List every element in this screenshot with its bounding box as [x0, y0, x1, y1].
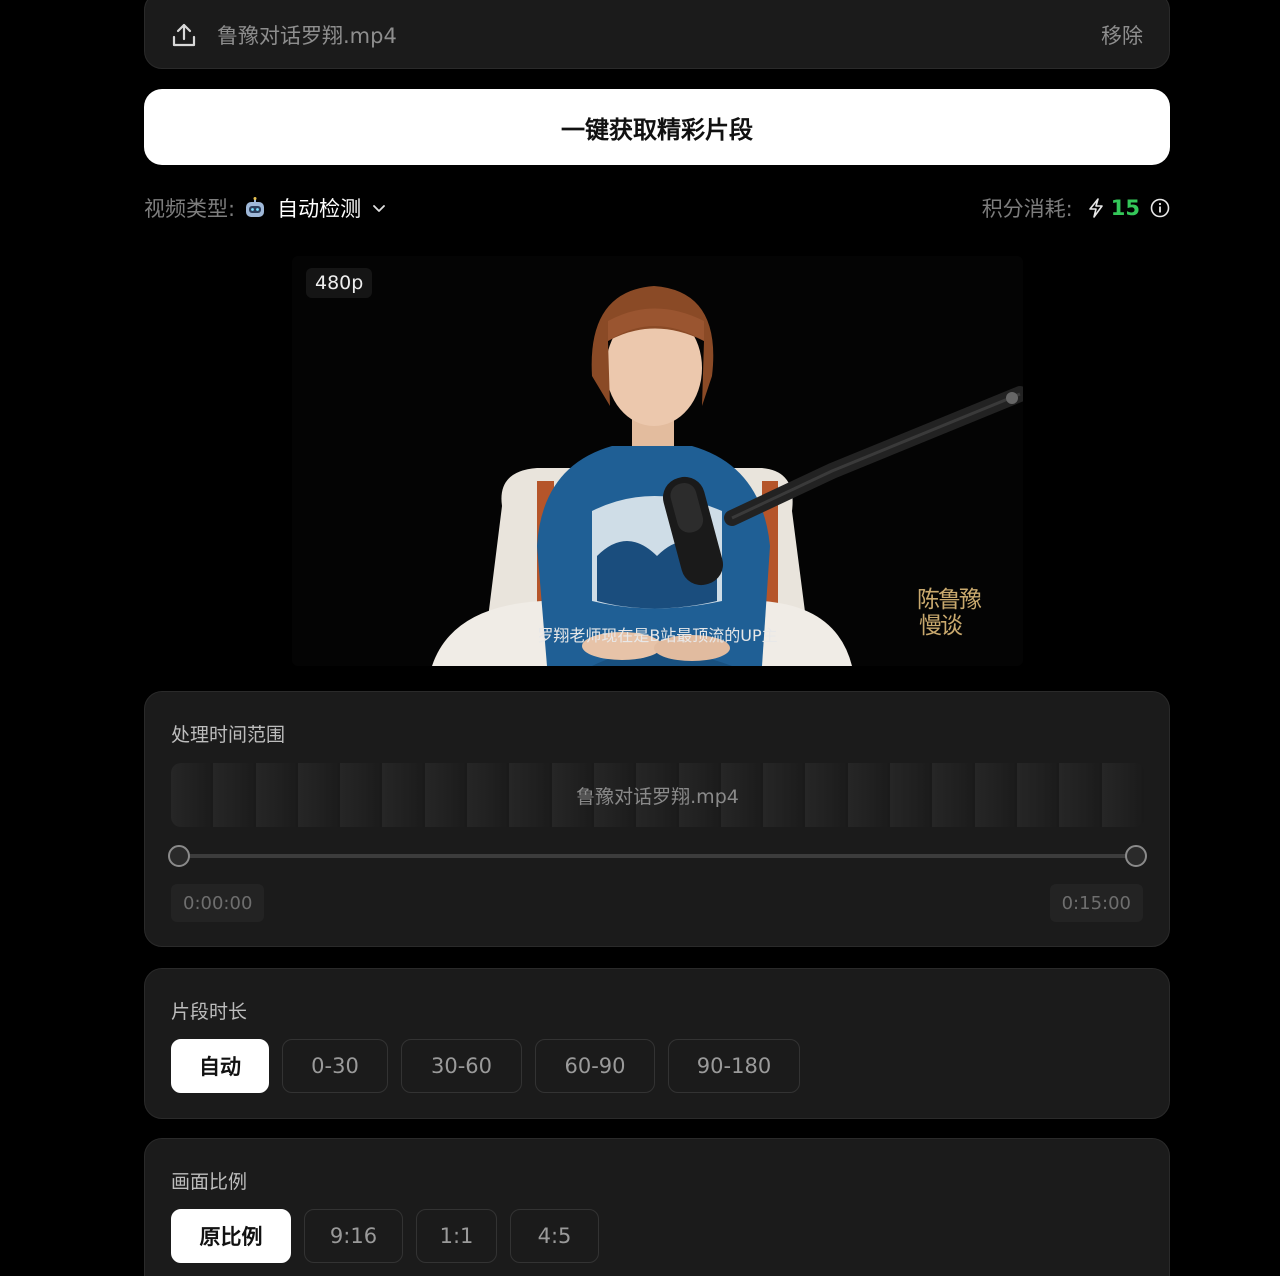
video-type-value: 自动检测: [277, 197, 362, 221]
time-range-title: 处理时间范围: [171, 724, 286, 746]
duration-option-90-180[interactable]: 90-180: [668, 1039, 800, 1093]
credits-label: 积分消耗:: [981, 197, 1073, 221]
video-frame-illustration: [432, 286, 1023, 666]
remove-file-button[interactable]: 移除: [1101, 20, 1143, 50]
ratio-option-original[interactable]: 原比例: [171, 1209, 291, 1263]
clip-duration-title: 片段时长: [171, 1001, 248, 1023]
svg-text:陈鲁豫: 陈鲁豫: [917, 587, 982, 613]
credits-value: 15: [1110, 196, 1140, 220]
video-type-dropdown[interactable]: 自动检测: [243, 193, 387, 223]
ratio-option-4-5[interactable]: 4:5: [510, 1209, 599, 1263]
info-icon[interactable]: [1150, 198, 1170, 218]
timeline-file-name: 鲁豫对话罗翔.mp4: [576, 785, 739, 808]
range-end-time[interactable]: 0:15:00: [1049, 884, 1143, 922]
lightning-icon: [1088, 198, 1103, 218]
range-end-handle[interactable]: [1125, 845, 1147, 867]
video-type-label: 视频类型:: [144, 197, 236, 221]
range-start-time[interactable]: 0:00:00: [171, 884, 265, 922]
get-highlights-button[interactable]: 一键获取精彩片段: [144, 89, 1170, 165]
duration-option-60-90[interactable]: 60-90: [535, 1039, 655, 1093]
ratio-option-9-16[interactable]: 9:16: [304, 1209, 403, 1263]
robot-icon: [246, 197, 265, 217]
ratio-options: 原比例 9:16 1:1 4:5: [171, 1209, 599, 1263]
upload-icon: [172, 23, 196, 46]
video-preview[interactable]: 480p 罗翔老师现在是B站最顶流的UP主 陈鲁豫 慢谈: [292, 256, 1023, 666]
credits-group: 积分消耗: 15: [982, 193, 1170, 223]
video-type-group: 视频类型: 自动检测: [144, 193, 387, 223]
video-subtitle: 罗翔老师现在是B站最顶流的UP主: [537, 626, 778, 645]
clip-generator-panel: 鲁豫对话罗翔.mp4 移除 一键获取精彩片段 视频类型: 自动检测 积分消耗: …: [0, 0, 1280, 1276]
range-slider-track[interactable]: [179, 854, 1135, 858]
time-range-panel: 处理时间范围 鲁豫对话罗翔.mp4 0:00:00 0:15:00: [144, 691, 1170, 947]
resolution-badge: 480p: [306, 268, 373, 298]
file-name: 鲁豫对话罗翔.mp4: [217, 23, 397, 48]
duration-option-auto[interactable]: 自动: [171, 1039, 269, 1093]
duration-option-30-60[interactable]: 30-60: [401, 1039, 522, 1093]
range-start-handle[interactable]: [168, 845, 190, 867]
svg-text:慢谈: 慢谈: [919, 613, 963, 639]
chevron-down-icon: [373, 205, 385, 212]
duration-options: 自动 0-30 30-60 60-90 90-180: [171, 1039, 800, 1093]
aspect-ratio-title: 画面比例: [171, 1171, 248, 1193]
clip-duration-panel: 片段时长 自动 0-30 30-60 60-90 90-180: [144, 968, 1170, 1119]
uploaded-file-bar: 鲁豫对话罗翔.mp4 移除: [144, 0, 1170, 69]
watermark-logo: 陈鲁豫 慢谈: [917, 587, 984, 639]
options-meta-row: 视频类型: 自动检测 积分消耗: 15: [144, 190, 1170, 226]
duration-option-0-30[interactable]: 0-30: [282, 1039, 388, 1093]
ratio-option-1-1[interactable]: 1:1: [416, 1209, 497, 1263]
aspect-ratio-panel: 画面比例 原比例 9:16 1:1 4:5: [144, 1138, 1170, 1276]
